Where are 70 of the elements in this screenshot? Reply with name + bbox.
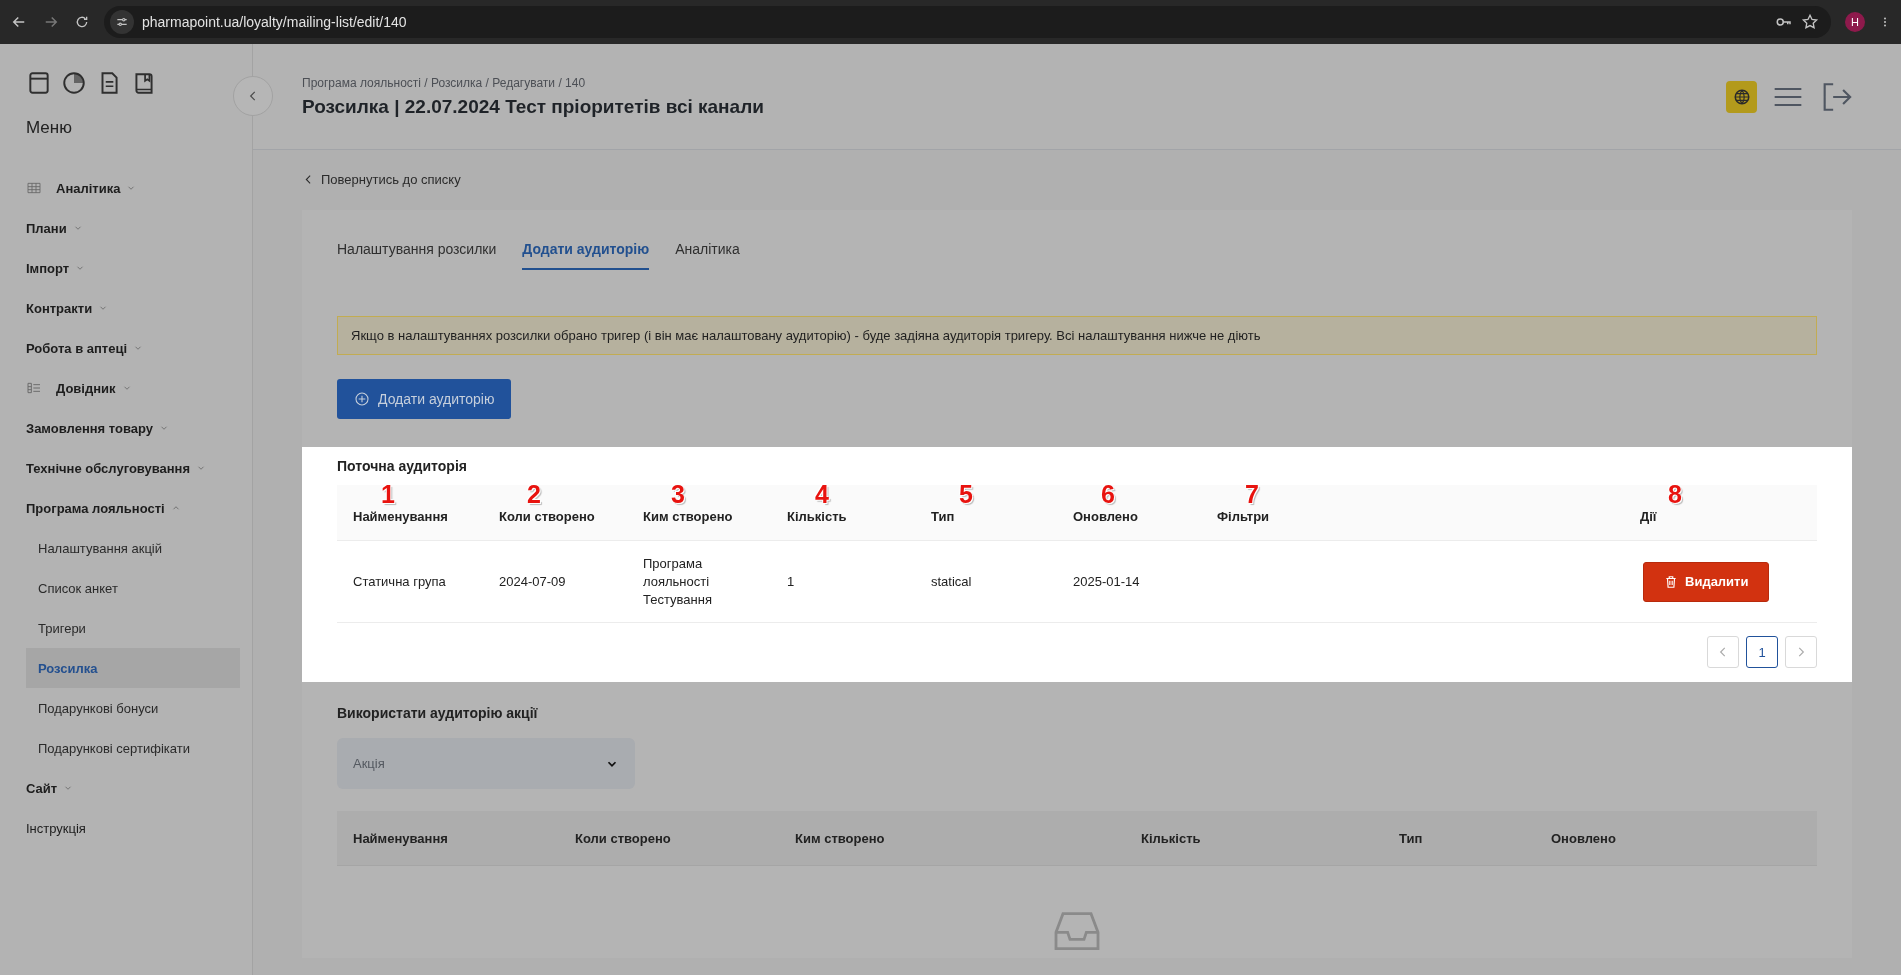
site-info-button[interactable]: [110, 10, 134, 34]
tune-icon: [115, 15, 129, 29]
table-cell-text: Програма лояльності Тестування: [642, 554, 713, 609]
sidebar-group[interactable]: Імпорт: [26, 248, 240, 288]
column-header: Коли створено: [574, 830, 672, 846]
delete-button[interactable]: Видалити: [1643, 561, 1770, 602]
sidebar-item[interactable]: Тригери: [26, 608, 240, 648]
column-header: Дії: [1640, 509, 1657, 524]
breadcrumb: Програма лояльності / Розсилка / Редагувати / 140: [302, 75, 587, 90]
column-header: Кількість: [787, 509, 847, 524]
section-title: Поточна аудиторія: [337, 458, 467, 474]
sidebar-group[interactable]: Плани: [26, 208, 240, 248]
number-marker: 5: [959, 482, 973, 507]
sidebar-item[interactable]: Налаштування акцій: [26, 528, 240, 568]
number-marker: 7: [1245, 482, 1259, 507]
column-header: Ким створено: [794, 830, 886, 846]
column-header: Оновлено: [1073, 509, 1138, 524]
table-cell-text: 2025-01-14: [1072, 572, 1141, 591]
number-marker: 2: [527, 482, 541, 507]
back-link[interactable]: Повернутись до списку: [302, 167, 461, 191]
column-header: Тип: [1398, 830, 1424, 846]
add-audience-button[interactable]: Додати аудиторію: [337, 379, 512, 419]
language-button[interactable]: [1726, 80, 1757, 113]
sidebar-item[interactable]: Подарункові сертифікати: [26, 728, 240, 768]
number-marker: 3: [671, 482, 685, 507]
column-header: Оновлено: [1550, 830, 1617, 846]
plus-circle-icon: [354, 391, 370, 407]
tab[interactable]: Додати аудиторію: [522, 241, 650, 270]
column-header: Фільтри: [1217, 509, 1270, 524]
sidebar-group[interactable]: Сайт: [26, 768, 240, 808]
warning-alert: Якщо в налаштуваннях розсилки обрано тригер (і він має налаштовану аудиторію) - буде задіяна аудиторія тригеру. Всі налаштування нижче не діють: [337, 316, 1817, 355]
sidebar-group[interactable]: Довідник: [26, 368, 240, 408]
number-marker: 6: [1101, 482, 1115, 507]
list-icon: [26, 380, 42, 396]
sidebar-group[interactable]: Замовлення товару: [26, 408, 240, 448]
table-cell-text: 2024-07-09: [498, 572, 567, 591]
menu-title: Меню: [26, 118, 72, 138]
sidebar-group[interactable]: Аналітика: [26, 168, 240, 208]
sidebar-item[interactable]: Подарункові бонуси: [26, 688, 240, 728]
column-header: Тип: [931, 509, 955, 524]
page-title: Розсилка | 22.07.2024 Тест пріоритетів всі канали: [302, 95, 765, 118]
number-marker: 4: [815, 482, 829, 507]
sidebar-item[interactable]: Список анкет: [26, 568, 240, 608]
table-cell-text: Статична група: [352, 572, 447, 591]
tab[interactable]: Аналітика: [675, 241, 740, 270]
column-header: Кількість: [1140, 830, 1202, 846]
trash-icon: [1664, 574, 1678, 589]
column-header: Найменування: [352, 830, 449, 846]
section-title: Використати аудиторію акції: [337, 705, 538, 721]
sidebar-group[interactable]: Програма лояльності: [26, 488, 240, 528]
pie-chart-icon[interactable]: [61, 70, 87, 96]
star-icon[interactable]: [1801, 13, 1819, 31]
tab[interactable]: Налаштування розсилки: [337, 241, 497, 270]
number-marker: 8: [1668, 482, 1682, 507]
number-marker: 1: [381, 482, 395, 507]
sidebar-link[interactable]: Інструкція: [26, 808, 240, 848]
calendar-icon[interactable]: [26, 70, 52, 96]
reload-icon[interactable]: [74, 14, 90, 30]
globe-icon: [1732, 87, 1751, 106]
column-header: Ким створено: [643, 509, 733, 524]
table-cell-text: 1: [786, 572, 796, 591]
page-button[interactable]: 1: [1746, 636, 1778, 668]
table-cell-text: statical: [930, 572, 973, 591]
sidebar-group[interactable]: Технічне обслуговування: [26, 448, 240, 488]
sidebar-group[interactable]: Контракти: [26, 288, 240, 328]
sidebar-group[interactable]: Робота в аптеці: [26, 328, 240, 368]
column-header: Коли створено: [499, 509, 595, 524]
grid-icon: [26, 180, 42, 196]
column-header: Найменування: [353, 509, 448, 524]
profile-avatar[interactable]: H: [1845, 12, 1865, 32]
